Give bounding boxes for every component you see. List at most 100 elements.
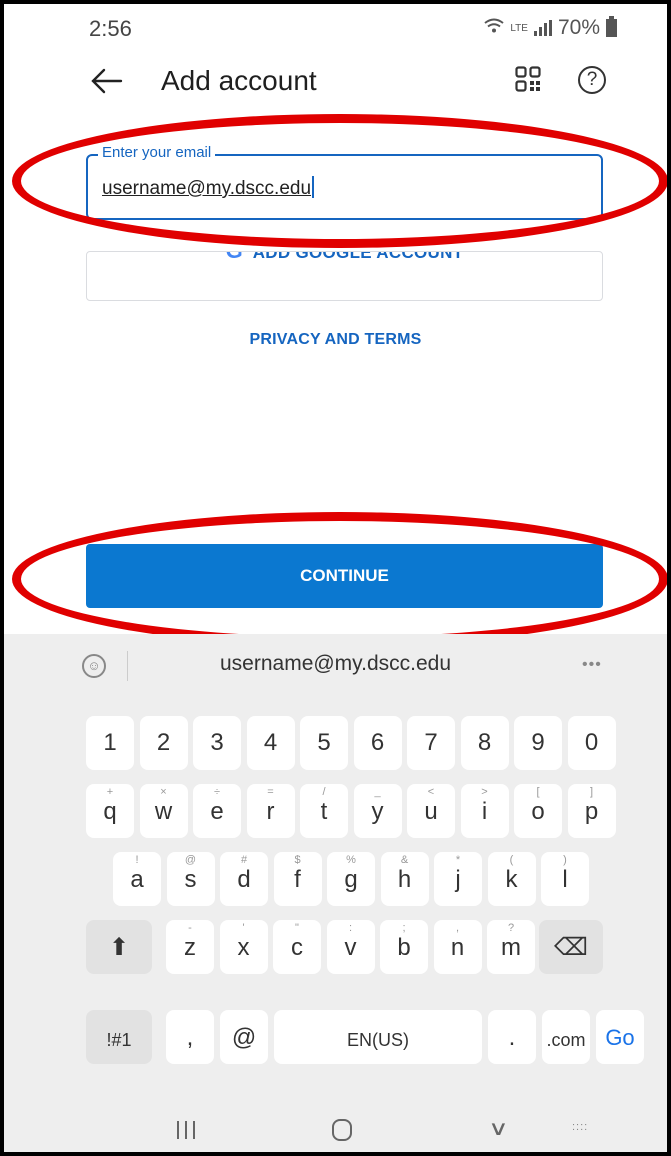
status-bar: 2:56 LTE 70% — [4, 4, 667, 50]
key-label: z — [184, 934, 196, 961]
keyboard-switch-icon[interactable]: :::: — [572, 1121, 588, 1133]
key-label: h — [397, 866, 412, 893]
key-8[interactable]: 8 — [460, 716, 509, 770]
comma-key[interactable]: , — [166, 1010, 214, 1064]
dotcom-key[interactable]: .com — [542, 1010, 590, 1064]
key-label: d — [237, 866, 251, 893]
key-label: q — [103, 798, 117, 825]
key-b[interactable]: ; b — [380, 920, 428, 974]
shift-key[interactable]: ⬆ — [86, 920, 152, 974]
key-n[interactable]: ,n — [433, 920, 482, 974]
key-label: 5 — [317, 729, 331, 756]
email-field-label: Enter your email — [98, 144, 216, 161]
nav-back-icon[interactable]: ∨ — [488, 1116, 508, 1141]
at-key[interactable]: @ — [220, 1010, 268, 1064]
key-j[interactable]: * j — [434, 852, 482, 906]
key-k[interactable]: (k — [487, 852, 536, 906]
key-w[interactable]: × w — [139, 784, 188, 838]
key-label: c — [291, 934, 303, 961]
key-label: i — [481, 798, 488, 825]
key-label: g — [344, 866, 358, 893]
key-d[interactable]: # d — [220, 852, 268, 906]
email-field[interactable]: Enter your email username@my.dscc.edu — [86, 144, 603, 220]
recent-apps-icon[interactable] — [177, 1121, 195, 1139]
qr-code-icon[interactable] — [515, 66, 541, 92]
key-f[interactable]: $ f — [273, 852, 322, 906]
space-key[interactable]: EN(US) — [274, 1010, 482, 1064]
key-label: y — [371, 798, 384, 825]
battery-icon — [606, 16, 617, 37]
key-1[interactable]: 1 — [86, 716, 134, 770]
go-key[interactable]: Go — [596, 1010, 644, 1064]
add-google-account-button[interactable]: G ADD GOOGLE ACCOUNT — [86, 251, 603, 301]
key-label: w — [154, 798, 173, 825]
key-i[interactable]: > i — [460, 784, 509, 838]
key-l[interactable]: ) l — [541, 852, 589, 906]
key-label: 2 — [156, 729, 171, 756]
backspace-key[interactable]: ⌫ — [539, 920, 603, 974]
key-m[interactable]: ? m — [487, 920, 535, 974]
key-5[interactable]: 5 — [300, 716, 348, 770]
key-r[interactable]: = r — [246, 784, 295, 838]
key-3[interactable]: 3 — [193, 716, 241, 770]
key-label: 9 — [531, 729, 545, 756]
key-label: k — [505, 866, 518, 893]
key-label: @ — [231, 1024, 257, 1051]
google-button-label: ADD GOOGLE ACCOUNT — [252, 251, 464, 262]
key-e[interactable]: ÷ e — [193, 784, 241, 838]
key-label: . — [508, 1024, 516, 1051]
key-y[interactable]: _ y — [353, 784, 402, 838]
key-0[interactable]: 0 — [567, 716, 616, 770]
privacy-and-terms-link[interactable]: PRIVACY AND TERMS — [4, 331, 667, 349]
key-label: ⌫ — [554, 934, 588, 961]
key-v[interactable]: :v — [326, 920, 375, 974]
home-icon[interactable] — [332, 1119, 352, 1141]
key-c[interactable]: " c — [273, 920, 321, 974]
key-z[interactable]: -z — [166, 920, 214, 974]
suggestion-text[interactable]: username@my.dscc.edu — [4, 652, 667, 676]
period-key[interactable]: . — [488, 1010, 536, 1064]
key-a[interactable]: ! a — [113, 852, 161, 906]
symbols-key[interactable]: !#1 — [86, 1010, 152, 1064]
key-h[interactable]: & h — [380, 852, 429, 906]
key-9[interactable]: 9 — [514, 716, 562, 770]
navigation-bar: ∨ :::: — [4, 1104, 667, 1152]
status-icons: LTE 70% — [484, 16, 617, 40]
key-o[interactable]: [o — [514, 784, 562, 838]
key-label: j — [455, 866, 461, 893]
app-bar: Add account ? — [4, 50, 667, 112]
help-icon[interactable]: ? — [578, 66, 606, 94]
key-7[interactable]: 7 — [407, 716, 455, 770]
key-6[interactable]: 6 — [353, 716, 402, 770]
key-label: EN(US) — [347, 1030, 409, 1050]
key-label: a — [130, 866, 144, 893]
email-input-value[interactable]: username@my.dscc.edu — [102, 176, 315, 200]
key-label: v — [344, 934, 357, 961]
key-4[interactable]: 4 — [246, 716, 295, 770]
key-t[interactable]: / t — [300, 784, 348, 838]
more-options-icon[interactable]: ••• — [582, 656, 602, 674]
page-title: Add account — [161, 65, 317, 96]
key-x[interactable]: ' x — [219, 920, 268, 974]
continue-button[interactable]: CONTINUE — [86, 544, 603, 608]
key-label: ⬆ — [108, 934, 130, 961]
key-2[interactable]: 2 — [139, 716, 188, 770]
key-g[interactable]: % g — [327, 852, 375, 906]
key-label: b — [397, 934, 411, 961]
key-label: Go — [605, 1025, 635, 1050]
key-label: u — [424, 798, 438, 825]
key-u[interactable]: < u — [407, 784, 455, 838]
key-p[interactable]: ] p — [567, 784, 616, 838]
back-arrow-icon[interactable] — [90, 66, 124, 96]
signal-icon — [533, 20, 552, 36]
key-q[interactable]: + q — [86, 784, 134, 838]
phone-screen: 2:56 LTE 70% Add account ? Enter your em… — [0, 0, 671, 1156]
key-label: 1 — [103, 729, 117, 756]
key-s[interactable]: @ s — [166, 852, 215, 906]
key-label: 4 — [263, 729, 278, 756]
text-caret — [312, 176, 315, 198]
key-label: t — [320, 798, 328, 825]
key-label: 8 — [477, 729, 492, 756]
key-label: x — [237, 934, 250, 961]
key-label: 3 — [210, 729, 224, 756]
